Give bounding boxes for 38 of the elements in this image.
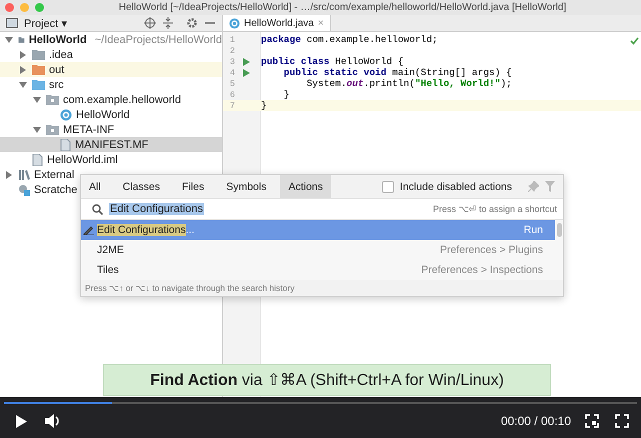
tree-label: src [49,78,64,90]
tab-label: HelloWorld.java [244,18,314,28]
result-name: Tiles [97,264,119,276]
result-location: Run [524,224,543,236]
tree-label: HelloWorld [76,108,130,120]
line-number: 4 [228,68,235,78]
code-line: System.out.println("Hello, World!"); [306,78,512,89]
line-number: 2 [228,46,235,56]
tree-label: com.example.helloworld [63,94,181,106]
tree-label: External [34,168,74,180]
result-name: J2ME [97,244,124,256]
window-title: HelloWorld [~/IdeaProjects/HelloWorld] - …/src/com/example/helloworld/HelloWorld.java [HelloWorld] [118,2,568,13]
code-line: public class HelloWorld { [261,56,404,67]
line-number: 1 [228,34,235,44]
line-number: 5 [228,78,235,88]
tree-label: out [49,64,64,76]
caption-banner: Find Action via ⇧⌘A (Shift+Ctrl+A for Win/Linux) [103,364,551,396]
shortcut-hint: Press ⌥⏎ to assign a shortcut [432,204,557,214]
line-number: 3 [228,56,235,66]
video-time: 00:00 / 00:10 [500,414,571,428]
code-line: } [282,89,290,100]
project-path: ~/IdeaProjects/HelloWorld [94,34,222,46]
tree-label: .idea [49,48,73,60]
code-line: public static void main(String[] args) { [282,67,512,78]
code-line: package com.example.helloworld; [261,34,438,45]
popup-footer: Press ⌥↑ or ⌥↓ to navigate through the search history [81,280,563,296]
line-number: 6 [228,90,235,100]
line-number: 7 [228,100,235,110]
tree-label: HelloWorld [28,34,87,46]
code-line: } [261,100,267,111]
tree-label: META-INF [63,124,114,136]
checkbox-label: Include disabled actions [400,180,512,192]
result-location: Preferences > Plugins [440,244,543,256]
result-location: Preferences > Inspections [421,264,543,276]
tree-label: HelloWorld.iml [47,154,118,166]
tree-label: Scratche [34,184,78,196]
result-name: Edit Configurations... [97,224,194,236]
tree-label: MANIFEST.MF [75,138,148,150]
